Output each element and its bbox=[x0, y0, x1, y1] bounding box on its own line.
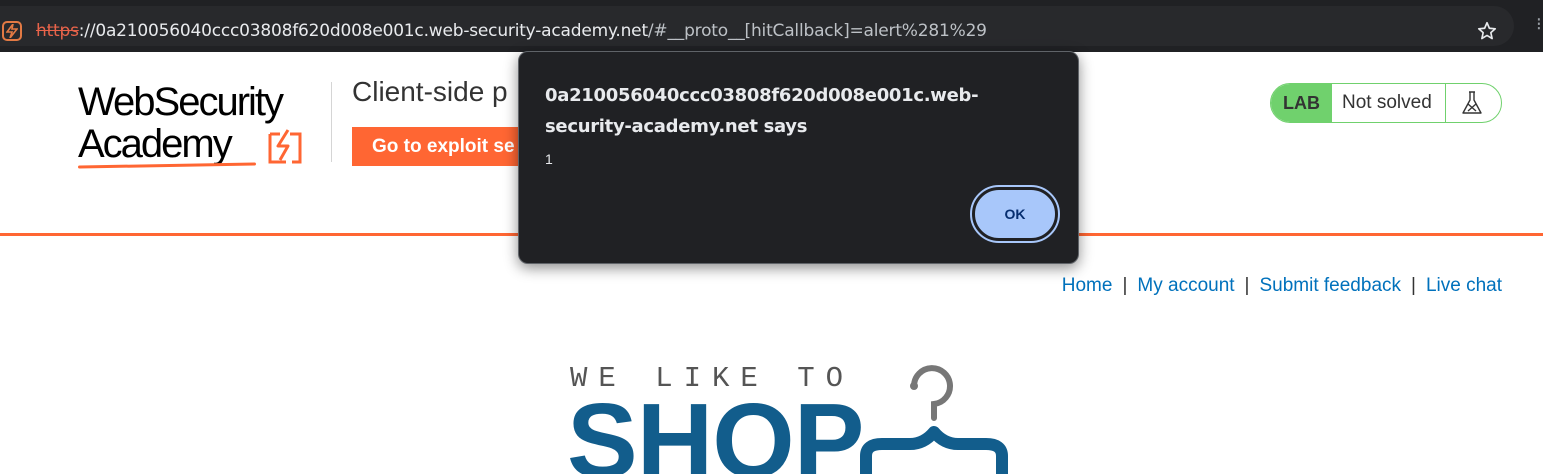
star-icon[interactable] bbox=[1476, 20, 1498, 42]
shop-title: SHOP bbox=[567, 382, 864, 474]
logo-line-1: WebSecurity bbox=[78, 80, 284, 124]
nav-separator: | bbox=[1122, 275, 1128, 296]
extensions-icon[interactable]: ⁝ bbox=[1536, 14, 1542, 35]
top-navigation: Home | My account | Submit feedback | Live cha… bbox=[1062, 275, 1502, 297]
nav-live-chat-link[interactable]: Live chat bbox=[1426, 275, 1502, 296]
dialog-title: 0a210056040ccc03808f620d008e001c.web-sec… bbox=[545, 85, 979, 137]
alert-dialog: 0a210056040ccc03808f620d008e001c.web-sec… bbox=[518, 51, 1079, 264]
lab-status-widget: LAB Not solved bbox=[1270, 83, 1502, 123]
url-text[interactable]: https://0a210056040ccc03808f620d008e001c… bbox=[36, 21, 987, 41]
nav-home-link[interactable]: Home bbox=[1062, 275, 1113, 296]
lab-status-text: Not solved bbox=[1342, 92, 1432, 113]
status-divider bbox=[1445, 84, 1446, 122]
browser-toolbar: https://0a210056040ccc03808f620d008e001c… bbox=[0, 0, 1543, 52]
nav-separator: | bbox=[1411, 275, 1416, 296]
address-bar[interactable]: https://0a210056040ccc03808f620d008e001c… bbox=[0, 6, 1514, 46]
url-fragment: /#__proto__[hitCallback]=alert%281%29 bbox=[647, 21, 987, 41]
flask-icon bbox=[1462, 91, 1482, 114]
nav-submit-feedback-link[interactable]: Submit feedback bbox=[1259, 275, 1401, 296]
url-host: ://0a210056040ccc03808f620d008e001c.web-… bbox=[78, 21, 648, 41]
web-security-academy-logo[interactable]: WebSecurity Academy bbox=[77, 80, 328, 172]
dialog-message: 1 bbox=[545, 151, 553, 167]
header-divider bbox=[331, 82, 332, 162]
nav-separator: | bbox=[1244, 275, 1250, 296]
go-to-exploit-server-button[interactable]: Go to exploit se bbox=[352, 127, 522, 166]
lightning-icon[interactable] bbox=[2, 21, 22, 41]
nav-my-account-link[interactable]: My account bbox=[1137, 275, 1234, 296]
logo-line-2: Academy bbox=[78, 122, 233, 166]
hanger-icon bbox=[860, 365, 1008, 474]
lightning-icon bbox=[268, 129, 302, 164]
ok-button[interactable]: OK bbox=[970, 185, 1060, 243]
lab-title: Client-side p bbox=[352, 76, 508, 107]
url-scheme: https bbox=[36, 21, 79, 41]
lab-badge: LAB bbox=[1271, 84, 1332, 122]
